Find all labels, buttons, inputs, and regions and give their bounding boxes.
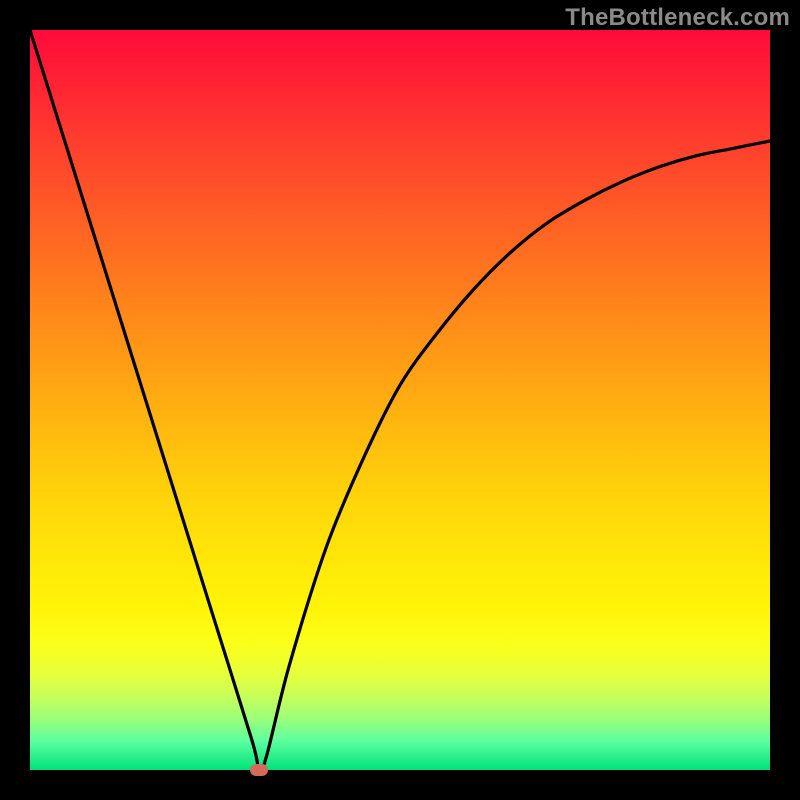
plot-area xyxy=(30,30,770,770)
bottleneck-curve xyxy=(30,30,770,770)
minimum-marker xyxy=(250,764,268,776)
chart-frame: TheBottleneck.com xyxy=(0,0,800,800)
curve-svg xyxy=(30,30,770,770)
watermark-text: TheBottleneck.com xyxy=(565,4,790,32)
